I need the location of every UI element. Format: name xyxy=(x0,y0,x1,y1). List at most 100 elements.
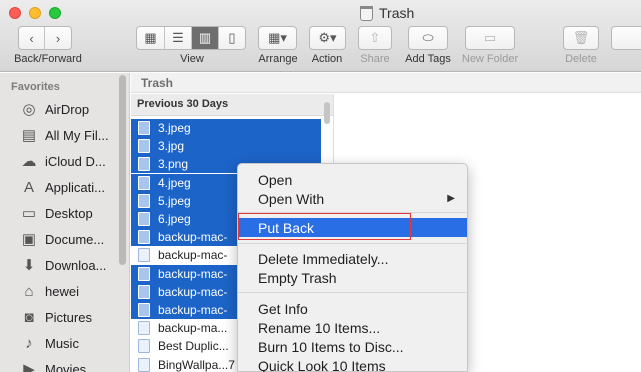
arrange-button[interactable]: ▦▾ xyxy=(258,26,297,50)
sidebar-item[interactable]: A Applicati... xyxy=(0,174,118,200)
sidebar-item[interactable]: ◎ AirDrop xyxy=(0,96,118,122)
share-label: Share xyxy=(360,53,390,65)
delete-button[interactable]: 🗑 xyxy=(563,26,599,50)
file-name: backup-mac- xyxy=(158,248,228,263)
movie-icon: ▶ xyxy=(23,361,35,372)
arrange-label: Arrange xyxy=(258,53,298,65)
folder-plus-icon: ▭ xyxy=(483,30,497,45)
columns-icon: ▥ xyxy=(198,30,212,45)
back-forward-label: Back/Forward xyxy=(14,53,82,65)
menu-separator xyxy=(238,243,467,244)
window-title: Trash xyxy=(360,5,414,21)
sidebar-item-label: All My Fil... xyxy=(45,127,109,143)
highlight-annotation-box xyxy=(238,213,411,240)
column-view-button[interactable]: ▥ xyxy=(192,27,219,49)
file-name: backup-ma... xyxy=(158,321,228,336)
home-icon: ⌂ xyxy=(24,282,34,300)
documents-icon: ▣ xyxy=(21,231,37,248)
menu-item-open[interactable]: Open xyxy=(238,170,467,189)
menu-item-empty-trash[interactable]: Empty Trash xyxy=(238,268,467,287)
sidebar-item[interactable]: ☁ iCloud D... xyxy=(0,148,118,174)
sidebar-item[interactable]: ▤ All My Fil... xyxy=(0,122,118,148)
applications-icon: A xyxy=(23,178,34,196)
back-button[interactable]: ‹ xyxy=(19,27,45,49)
icon-view-button[interactable]: ▦ xyxy=(137,27,165,49)
cover-flow-button[interactable]: ▯ xyxy=(219,27,245,49)
sidebar-item[interactable]: ▶ Movies xyxy=(0,356,118,372)
menu-item-quick-look[interactable]: Quick Look 10 Items xyxy=(238,356,467,372)
file-name: 3.jpg xyxy=(158,139,185,154)
menu-separator xyxy=(238,292,467,293)
menu-item-rename-label: Rename 10 Items... xyxy=(258,319,381,336)
file-name: Best Duplic... xyxy=(158,339,229,354)
back-forward-control: ‹ › xyxy=(18,26,72,50)
minimize-window-button[interactable] xyxy=(29,7,41,19)
file-row[interactable]: 3.jpg xyxy=(131,137,321,156)
file-icon xyxy=(138,193,150,208)
zoom-window-button[interactable] xyxy=(49,7,61,19)
file-icon xyxy=(138,139,150,154)
sidebar-item[interactable]: ⌂ hewei xyxy=(0,278,118,304)
context-menu: Open Open With ▶ Put Back Delete Immediat… xyxy=(237,163,468,372)
gear-icon: ⚙▾ xyxy=(318,30,337,45)
chevron-left-icon: ‹ xyxy=(29,30,34,46)
extra-toolbar-button[interactable] xyxy=(611,26,641,50)
close-window-button[interactable] xyxy=(9,7,21,19)
section-header: Previous 30 Days xyxy=(131,94,333,116)
file-name: backup-mac- xyxy=(158,266,228,281)
list-view-button[interactable]: ☰ xyxy=(165,27,192,49)
menu-item-burn-label: Burn 10 Items to Disc... xyxy=(258,338,404,355)
menu-item-rename[interactable]: Rename 10 Items... xyxy=(238,318,467,337)
sidebar-item-label: hewei xyxy=(45,283,79,299)
menu-item-delete-immediately[interactable]: Delete Immediately... xyxy=(238,249,467,268)
file-name: BingWallpa...7 xyxy=(158,357,235,372)
share-button[interactable]: ⇧ xyxy=(358,26,392,50)
menu-item-open-with[interactable]: Open With ▶ xyxy=(238,189,467,208)
list-icon: ☰ xyxy=(172,30,184,45)
file-column-scrollbar[interactable] xyxy=(324,102,330,124)
sidebar-item-label: iCloud D... xyxy=(45,153,106,169)
sidebar-item[interactable]: ▣ Docume... xyxy=(0,226,118,252)
share-icon: ⇧ xyxy=(369,30,381,45)
menu-item-open-with-label: Open With xyxy=(258,190,325,207)
sidebar-item[interactable]: ♪ Music xyxy=(0,330,118,356)
file-name: backup-mac- xyxy=(158,230,228,245)
file-icon xyxy=(138,357,150,372)
file-icon xyxy=(138,212,150,226)
cover-flow-icon: ▯ xyxy=(228,30,236,45)
menu-item-open-label: Open xyxy=(258,171,293,188)
sidebar-item-label: Movies xyxy=(45,361,87,372)
window-title-text: Trash xyxy=(379,5,415,21)
add-tags-button[interactable]: ⬭ xyxy=(408,26,448,50)
sidebar-item[interactable]: ⬇ Downloa... xyxy=(0,252,118,278)
sidebar-item-label: Docume... xyxy=(45,231,105,247)
path-label: Trash xyxy=(141,76,174,90)
view-label: View xyxy=(180,53,204,65)
all-files-icon: ▤ xyxy=(21,127,37,144)
menu-item-burn[interactable]: Burn 10 Items to Disc... xyxy=(238,337,467,356)
sidebar-item[interactable]: ◙ Pictures xyxy=(0,304,118,330)
sidebar-scrollbar[interactable] xyxy=(119,75,126,265)
file-name: backup-mac- xyxy=(158,303,228,317)
menu-item-get-info[interactable]: Get Info xyxy=(238,299,467,318)
desktop-icon: ▭ xyxy=(21,205,37,222)
menu-item-empty-trash-label: Empty Trash xyxy=(258,269,337,286)
sidebar: Favorites ◎ AirDrop ▤ All My Fil... ☁ iCloud … xyxy=(0,73,130,372)
file-icon xyxy=(138,248,150,263)
sidebar-item[interactable]: ▭ Desktop xyxy=(0,200,118,226)
menu-item-delete-immediately-label: Delete Immediately... xyxy=(258,250,389,267)
file-row[interactable]: 3.jpeg xyxy=(131,119,321,137)
file-icon xyxy=(138,175,150,190)
path-bar: Trash xyxy=(131,73,641,93)
trash-can-icon: 🗑 xyxy=(572,30,590,45)
section-header-label: Previous 30 Days xyxy=(137,98,229,110)
file-icon xyxy=(138,321,150,336)
file-name: 4.jpeg xyxy=(158,175,191,190)
action-button[interactable]: ⚙▾ xyxy=(309,26,346,50)
file-name: 3.jpeg xyxy=(158,121,191,135)
new-folder-button[interactable]: ▭ xyxy=(465,26,515,50)
file-icon xyxy=(138,230,150,245)
new-folder-label: New Folder xyxy=(461,53,519,65)
forward-button[interactable]: › xyxy=(45,27,71,49)
chevron-right-icon: › xyxy=(55,30,61,46)
